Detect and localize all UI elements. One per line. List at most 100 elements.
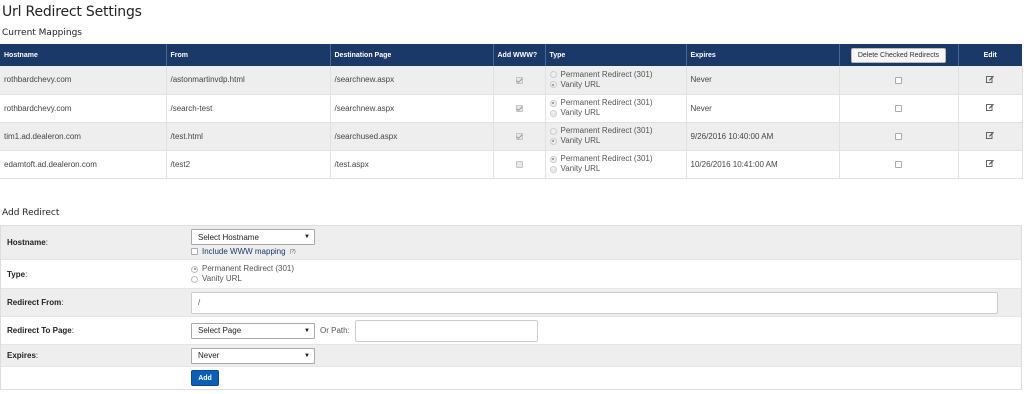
radio-icon [549,155,557,163]
include-www-label: Include WWW mapping [202,247,286,256]
cell-destination: /searchnew.aspx [330,94,494,123]
col-hostname: Hostname [0,44,167,66]
cell-hostname: edamtoft.ad.dealeron.com [0,150,167,179]
radio-icon [549,165,557,173]
radio-icon [549,137,557,145]
current-mappings-heading: Current Mappings [2,28,82,38]
delete-checkbox[interactable] [895,104,902,112]
row-type-vanity: Vanity URL [549,108,682,118]
type-option-vanity[interactable]: Vanity URL [191,274,1021,284]
help-icon[interactable]: (?) [290,249,296,255]
col-edit: Edit [958,44,1022,66]
hostname-label: Hostname [7,238,46,247]
cell-add-www [493,150,546,179]
cell-delete [839,94,959,123]
cell-expires: 10/26/2016 10:41:00 AM [686,150,840,179]
cell-add-www [493,94,546,123]
cell-destination: /searchnew.aspx [330,66,494,95]
table-row: rothbardchevy.com/search-test/searchnew.… [0,94,1023,123]
col-expires: Expires [686,44,840,66]
cell-delete [839,122,959,151]
page-title: Url Redirect Settings [2,4,142,20]
delete-checkbox[interactable] [895,76,902,84]
submit-row: Add [1,367,1021,389]
cell-edit [958,94,1023,123]
col-from: From [166,44,331,66]
radio-icon [549,71,557,79]
edit-icon[interactable] [986,103,994,113]
cell-type: Permanent Redirect (301) Vanity URL [545,66,687,95]
cell-delete [839,150,959,179]
cell-from: /search-test [166,94,331,123]
radio-icon [549,99,557,107]
add-www-checkbox [515,160,523,168]
radio-icon [549,81,557,89]
row-type-permanent: Permanent Redirect (301) [549,126,682,136]
delete-checked-button[interactable]: Delete Checked Redirects [850,47,947,63]
col-destination: Destination Page [330,44,494,66]
include-www-option: Include WWW mapping (?) [191,247,1021,256]
cell-type: Permanent Redirect (301) Vanity URL [545,122,687,151]
cell-destination: /searchused.aspx [330,122,494,151]
redirect-from-label: Redirect From [7,298,62,307]
mappings-table: Hostname From Destination Page Add WWW? … [0,44,1023,179]
row-type-permanent: Permanent Redirect (301) [549,70,682,80]
type-label: Type [7,269,26,279]
chevron-down-icon: ▼ [304,327,310,334]
delete-checkbox[interactable] [895,160,902,168]
row-type-permanent: Permanent Redirect (301) [549,154,682,164]
chevron-down-icon: ▼ [304,234,310,240]
cell-hostname: tim1.ad.dealeron.com [0,122,167,151]
redirect-to-page-select[interactable]: Select Page ▼ [191,322,315,339]
table-row: edamtoft.ad.dealeron.com/test2/test.aspx… [0,150,1023,179]
table-header-row: Hostname From Destination Page Add WWW? … [0,44,1022,66]
edit-icon[interactable] [986,159,994,169]
cell-expires: Never [686,94,840,123]
add-button[interactable]: Add [191,370,219,386]
expires-row: Expires: Never ▼ [1,345,1021,367]
include-www-checkbox[interactable] [191,248,198,255]
radio-icon [549,127,557,135]
redirect-from-row: Redirect From: / [1,289,1021,317]
edit-icon[interactable] [986,75,994,85]
cell-edit [958,66,1023,95]
redirect-to-label: Redirect To Page [7,326,72,335]
col-add-www: Add WWW? [493,44,546,66]
or-path-label: Or Path: [320,326,350,335]
hostname-row: Hostname: Select Hostname ▼ Include WWW m… [1,226,1021,260]
hostname-select[interactable]: Select Hostname ▼ [191,229,315,245]
cell-hostname: rothbardchevy.com [0,66,167,95]
type-row: Type: Permanent Redirect (301) Vanity UR… [1,260,1021,289]
expires-label: Expires [7,351,36,360]
delete-checkbox[interactable] [895,132,902,140]
redirect-from-input[interactable]: / [191,291,998,314]
table-row: tim1.ad.dealeron.com/test.html/searchuse… [0,122,1023,151]
col-delete: Delete Checked Redirects [839,44,959,66]
radio-icon [549,109,557,117]
radio-icon[interactable] [191,275,198,283]
add-www-checkbox [515,132,523,140]
add-www-checkbox [515,76,523,84]
table-row: rothbardchevy.com/astonmartinvdp.html/se… [0,66,1023,95]
radio-icon[interactable] [191,265,198,273]
row-type-permanent: Permanent Redirect (301) [549,98,682,108]
expires-select[interactable]: Never ▼ [191,347,315,364]
add-www-checkbox [515,104,523,112]
add-redirect-heading: Add Redirect [2,208,60,218]
cell-edit [958,150,1023,179]
edit-icon[interactable] [986,131,994,141]
row-type-vanity: Vanity URL [549,80,682,90]
type-option-permanent[interactable]: Permanent Redirect (301) [191,264,1021,274]
cell-hostname: rothbardchevy.com [0,94,167,123]
or-path-input[interactable] [354,319,538,342]
cell-from: /astonmartinvdp.html [166,66,331,95]
cell-expires: 9/26/2016 10:40:00 AM [686,122,840,151]
cell-type: Permanent Redirect (301) Vanity URL [545,94,687,123]
cell-add-www [493,66,546,95]
cell-delete [839,66,959,95]
row-type-vanity: Vanity URL [549,164,682,174]
cell-destination: /test.aspx [330,150,494,179]
col-type: Type [545,44,687,66]
cell-expires: Never [686,66,840,95]
redirect-to-row: Redirect To Page: Select Page ▼ Or Path: [1,317,1021,345]
